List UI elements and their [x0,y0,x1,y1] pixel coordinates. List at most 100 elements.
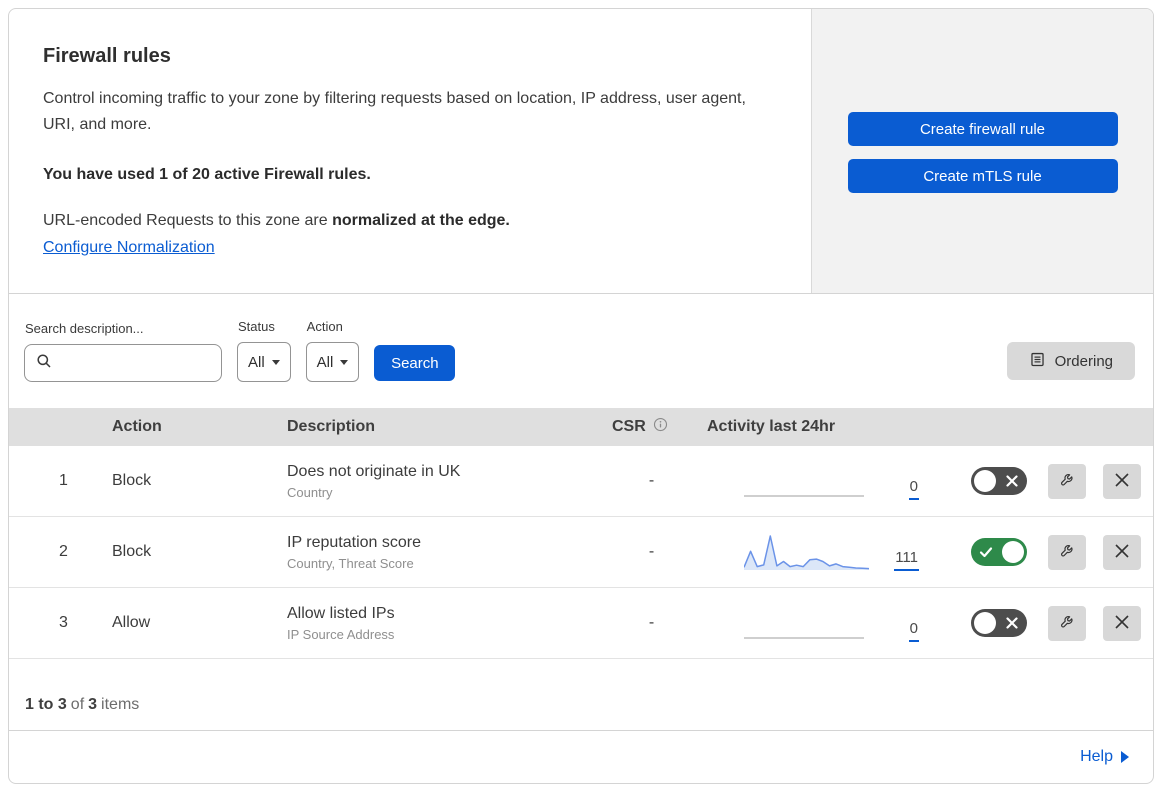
rule-description-cell: Does not originate in UK Country [279,463,604,500]
search-button[interactable]: Search [374,345,456,381]
toggle-knob [974,470,996,492]
rule-activity-cell: 111 [699,531,949,573]
page-title: Firewall rules [43,45,171,67]
pagination-of: of [70,696,85,713]
configure-normalization-link[interactable]: Configure Normalization [43,239,215,257]
toggle-knob [1002,541,1024,563]
edit-rule-button[interactable] [1048,605,1086,641]
rule-description: Allow listed IPs [287,604,395,622]
activity-count-link[interactable]: 0 [908,478,919,500]
action-dropdown-value: All [316,353,334,371]
action-dropdown[interactable]: All [305,342,360,382]
help-row: Help [9,731,1153,783]
overview-text-block: Firewall rules Control incoming traffic … [9,9,811,293]
wrench-icon [1058,541,1077,563]
rule-controls [949,605,1153,641]
search-label: Search description... [25,321,144,336]
table-header: Action Description CSR Activity last 24h… [9,408,1153,446]
normalization-bold-text: normalized at the edge. [332,212,510,229]
delete-rule-button[interactable] [1103,534,1141,570]
activity-sparkline-empty [744,460,869,502]
rule-priority: 3 [59,614,68,631]
status-dropdown-value: All [248,353,265,371]
edit-rule-button[interactable] [1048,463,1086,499]
info-icon[interactable] [653,417,668,437]
arrow-right-icon [1121,751,1129,763]
ordering-list-icon [1029,351,1046,372]
firewall-rules-card: Firewall rules Control incoming traffic … [8,8,1154,784]
table-row: 3 Allow Allow listed IPs IP Source Addre… [9,588,1153,659]
rule-controls [949,463,1153,499]
header-csr: CSR [604,417,699,437]
rule-csr-value: - [648,472,655,489]
chevron-down-icon [271,359,280,365]
status-label: Status [238,319,275,334]
page-description: Control incoming traffic to your zone by… [43,90,746,133]
ordering-button-label: Ordering [1054,352,1113,370]
rule-action: Block [112,543,152,560]
help-link[interactable]: Help [1080,748,1129,766]
pagination-items-word: items [101,696,140,713]
search-icon [36,353,52,374]
overview-section: Firewall rules Control incoming traffic … [9,9,1153,294]
close-icon [1113,471,1131,492]
usage-note: You have used 1 of 20 active Firewall ru… [43,166,371,183]
check-icon [979,545,993,564]
toggle-knob [974,612,996,634]
status-dropdown[interactable]: All [237,342,291,382]
help-label: Help [1080,748,1113,765]
close-icon [1113,542,1131,563]
rule-priority: 2 [59,543,68,560]
activity-count-link[interactable]: 0 [908,620,919,642]
normalization-text: URL-encoded Requests to this zone are [43,212,328,229]
search-input[interactable] [59,354,213,372]
ordering-button[interactable]: Ordering [1006,342,1135,380]
rule-activity-cell: 0 [699,460,949,502]
header-action: Action [112,418,162,435]
delete-rule-button[interactable] [1103,605,1141,641]
rule-enable-toggle[interactable] [971,609,1027,637]
action-label: Action [306,319,343,334]
rule-description-cell: IP reputation score Country, Threat Scor… [279,534,604,571]
rule-activity-cell: 0 [699,602,949,644]
rule-csr-value: - [648,614,655,631]
normalization-note: URL-encoded Requests to this zone are no… [43,212,771,230]
wrench-icon [1058,612,1077,634]
rule-enable-toggle[interactable] [971,467,1027,495]
search-box [24,344,222,382]
x-icon [1005,474,1019,493]
action-filter-group: Action All [305,319,360,382]
rule-csr-value: - [648,543,655,560]
chevron-down-icon [340,359,349,365]
pagination-range: 1 to 3 [25,696,67,713]
rule-priority: 1 [59,472,68,489]
table-row: 2 Block IP reputation score Country, Thr… [9,517,1153,588]
rule-description: Does not originate in UK [287,462,461,480]
rule-controls [949,534,1153,570]
activity-sparkline-chart [743,531,870,573]
pagination-total: 3 [88,696,98,713]
create-firewall-rule-button[interactable]: Create firewall rule [847,112,1118,146]
header-activity: Activity last 24hr [707,418,836,435]
actions-panel: Create firewall rule Create mTLS rule [811,9,1153,293]
rule-criteria: Country [287,484,333,500]
rule-description: IP reputation score [287,533,422,551]
rule-action: Allow [112,614,151,631]
rule-action: Block [112,472,152,489]
rule-criteria: IP Source Address [287,626,395,642]
rule-enable-toggle[interactable] [971,538,1027,566]
activity-sparkline-empty [744,602,869,644]
table-row: 1 Block Does not originate in UK Country… [9,446,1153,517]
delete-rule-button[interactable] [1103,463,1141,499]
activity-count-link[interactable]: 111 [894,549,919,571]
edit-rule-button[interactable] [1048,534,1086,570]
rule-description-cell: Allow listed IPs IP Source Address [279,605,604,642]
rule-criteria: Country, Threat Score [287,555,414,571]
firewall-rules-page: Firewall rules Control incoming traffic … [0,0,1161,791]
create-mtls-rule-button[interactable]: Create mTLS rule [847,159,1118,193]
x-icon [1005,616,1019,635]
status-filter-group: Status All [237,319,291,382]
close-icon [1113,613,1131,634]
search-group: Search description... [24,321,222,382]
header-description: Description [287,418,376,435]
